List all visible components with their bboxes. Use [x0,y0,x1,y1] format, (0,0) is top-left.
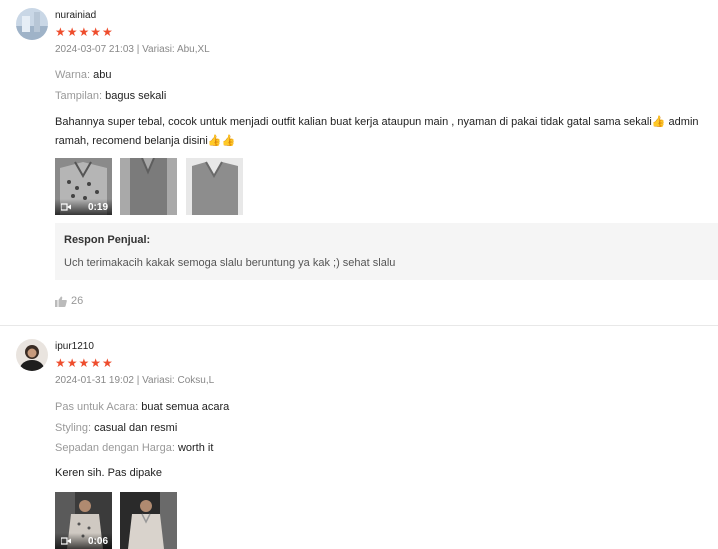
review-attribute: Pas untuk Acara: buat semua acara [55,400,229,414]
like-count: 26 [71,295,84,307]
review-video-thumbnail[interactable]: 0:06 [55,492,112,549]
seller-response-text: Uch terimakacih kakak semoga slalu berun… [64,257,396,269]
reviewer-username[interactable]: nurainiad [55,10,96,21]
star-rating: ★★★★★ [55,356,114,370]
reviewer-username[interactable]: ipur1210 [55,341,94,352]
attribute-value: casual dan resmi [94,422,178,434]
avatar[interactable] [16,339,48,371]
review-body: Keren sih. Pas dipake [55,464,715,483]
review-photo-thumbnail[interactable] [186,158,243,215]
attribute-label: Sepadan dengan Harga: [55,442,175,454]
video-camera-icon [61,203,71,211]
avatar[interactable] [16,8,48,40]
divider [0,325,718,326]
review-body: Bahannya super tebal, cocok untuk menjad… [55,113,715,151]
review-photo-thumbnail[interactable] [120,158,177,215]
review-photo-thumbnail[interactable] [120,492,177,549]
like-button[interactable]: 26 [55,295,83,307]
review-meta: 2024-03-07 21:03 | Variasi: Abu,XL [55,44,210,55]
thumbs-up-icon [55,296,67,307]
review-video-thumbnail[interactable]: 0:19 [55,158,112,215]
star-rating: ★★★★★ [55,25,114,39]
seller-response-title: Respon Penjual: [64,234,151,246]
attribute-label: Tampilan: [55,90,103,102]
attribute-label: Warna: [55,69,91,81]
review-body-line: Bahannya super tebal, cocok untuk menjad… [55,116,699,128]
review-attribute: Tampilan: bagus sekali [55,89,166,103]
video-duration: 0:06 [87,536,108,547]
review-attribute: Sepadan dengan Harga: worth it [55,441,213,455]
attribute-label: Styling: [55,422,92,434]
video-duration: 0:19 [87,202,108,213]
attribute-value: worth it [177,442,214,454]
review-attribute: Warna: abu [55,68,111,82]
attribute-value: bagus sekali [105,90,167,102]
attribute-label: Pas untuk Acara: [55,401,139,413]
review-body-line: ramah, recomend belanja disini👍👍 [55,135,236,147]
attribute-value: abu [93,69,112,81]
review-body-line: Keren sih. Pas dipake [55,467,163,479]
video-camera-icon [61,537,71,545]
review-attribute: Styling: casual dan resmi [55,421,177,435]
seller-response: Respon Penjual: Uch terimakacih kakak se… [55,223,718,280]
attribute-value: buat semua acara [141,401,230,413]
review-meta: 2024-01-31 19:02 | Variasi: Coksu,L [55,375,215,386]
